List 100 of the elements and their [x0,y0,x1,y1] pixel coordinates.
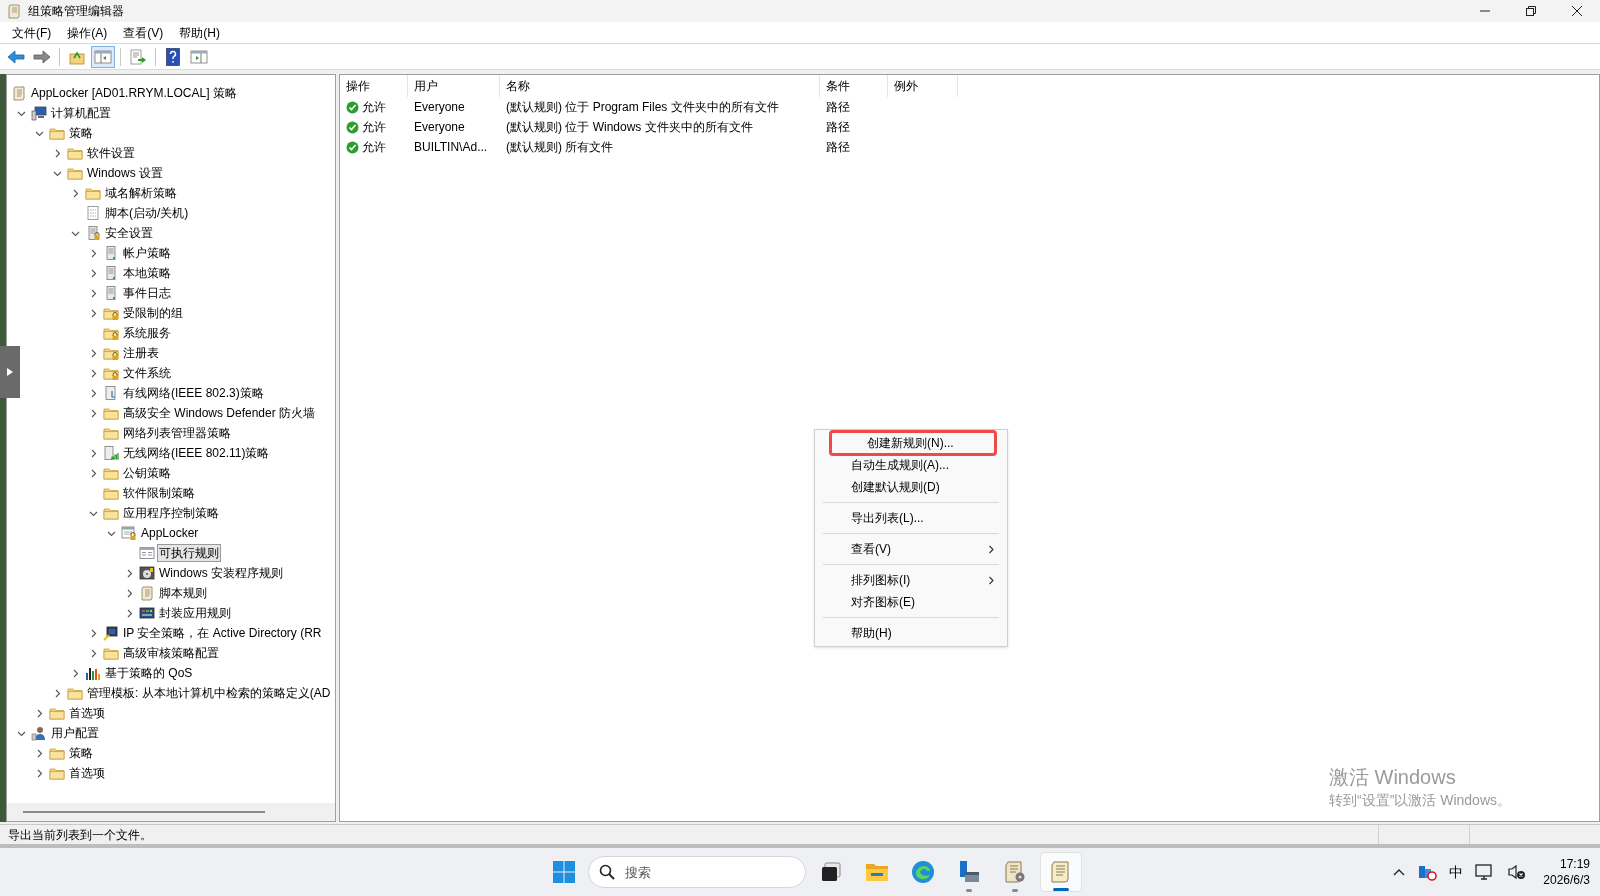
tree-item[interactable]: 首选项 [67,764,107,782]
tree-item[interactable]: 软件限制策略 [121,484,197,502]
search-field[interactable]: 搜索 [588,856,806,888]
windows-logo-icon [553,861,575,883]
submenu-chevron-icon [988,575,995,585]
tree-item[interactable]: AppLocker [AD01.RRYM.LOCAL] 策略 [29,84,239,102]
table-cell: (默认规则) 所有文件 [506,140,614,154]
tree-item[interactable]: 高级审核策略配置 [121,644,221,662]
search-icon [599,864,615,880]
menu-item[interactable]: 帮助(H) [171,22,228,43]
tree-item[interactable]: IP 安全策略，在 Active Directory (RR [121,624,324,642]
tree-item[interactable]: 软件设置 [85,144,137,162]
menu-item[interactable]: 导出列表(L)... [815,507,1007,529]
tree-item[interactable]: 应用程序控制策略 [121,504,221,522]
tree-item[interactable]: 网络列表管理器策略 [121,424,233,442]
activation-text: 转到“设置”以激活 Windows。 [1329,791,1511,810]
browser-icon [911,860,935,884]
table-cell: Everyone [414,100,465,114]
menu-item[interactable]: 帮助(H) [815,622,1007,644]
tree-item[interactable]: 封装应用规则 [157,604,233,622]
tree-item[interactable]: 系统服务 [121,324,173,342]
menu-item[interactable]: 对齐图标(E) [815,591,1007,613]
menu-item[interactable]: 自动生成规则(A)... [815,454,1007,476]
window-title: 组策略管理编辑器 [28,3,124,20]
tree-item[interactable]: 策略 [67,744,95,762]
status-text: 导出当前列表到一个文件。 [8,826,152,844]
tree-item[interactable]: 无线网络(IEEE 802.11)策略 [121,444,272,462]
input-method-indicator[interactable]: 中 [1449,861,1464,883]
locked-folder-icon [103,325,119,341]
folder-icon [67,685,83,701]
folder-icon [49,705,65,721]
tree-item[interactable]: 高级安全 Windows Defender 防火墙 [121,404,318,422]
chevron-up-icon[interactable] [1393,868,1406,876]
tree-item[interactable]: 管理模板: 从本地计算机中检索的策略定义(AD [85,684,333,702]
tree-item[interactable]: 受限制的组 [121,304,185,322]
menu-item[interactable]: 文件(F) [4,22,60,43]
server-icon [103,285,119,301]
tree-item[interactable]: 事件日志 [121,284,173,302]
table-cell: BUILTIN\Ad... [414,140,488,154]
tree-item[interactable]: Windows 安装程序规则 [157,564,285,582]
column-header[interactable]: 条件 [820,75,888,97]
folder-icon [103,465,119,481]
folder-icon [103,425,119,441]
table-cell: 路径 [826,120,850,134]
window-icon [139,545,155,561]
tree-item[interactable]: 计算机配置 [49,104,113,122]
tree-item[interactable]: 文件系统 [121,364,173,382]
muted-speaker-icon[interactable] [1507,863,1528,881]
column-header[interactable]: 操作 [340,75,408,97]
table-cell-text: 允许 [362,119,386,136]
check-circle-icon [346,140,359,154]
scroll-icon [6,3,22,19]
forward-arrow-icon [33,48,51,65]
tree-item[interactable]: 用户配置 [49,724,101,742]
side-panel-handle[interactable] [0,346,20,398]
menu-item[interactable]: 查看(V) [815,538,1007,560]
key-monitor-icon [103,625,119,641]
locked-folder-icon [103,305,119,321]
horizontal-scrollbar[interactable] [7,803,335,821]
clock[interactable]: 17:19 2026/6/3 [1543,856,1590,888]
menu-item[interactable]: 操作(A) [59,22,116,43]
network-error-icon[interactable] [1417,863,1438,881]
tree-item[interactable]: 首选项 [67,704,107,722]
scroll-icon [11,85,27,101]
folder-icon [49,745,65,761]
column-header[interactable]: 例外 [888,75,958,97]
column-header[interactable]: 用户 [408,75,500,97]
tree-item[interactable]: 基于策略的 QoS [103,664,195,682]
folder-icon [67,165,83,181]
tree-item[interactable]: 注册表 [121,344,161,362]
folder-icon [85,185,101,201]
tree-item[interactable]: 可执行规则 [157,544,221,562]
table-cell: 路径 [826,100,850,114]
menu-item[interactable]: 排列图标(I) [815,569,1007,591]
tree-item[interactable]: 公钥策略 [121,464,173,482]
menu-item[interactable]: 创建默认规则(D) [815,476,1007,498]
menu-item[interactable]: 创建新规则(N)... [831,432,995,454]
column-header[interactable]: 名称 [500,75,820,97]
bar-chart-icon [85,665,101,681]
folder-icon [103,405,119,421]
tree-item[interactable]: Windows 设置 [85,164,165,182]
action-pane-icon [190,48,208,65]
table-cell: Everyone [414,120,465,134]
tree-item[interactable]: 帐户策略 [121,244,173,262]
scrollbar-thumb[interactable] [23,811,265,813]
menu-item[interactable]: 查看(V) [115,22,172,43]
locked-folder-icon [103,345,119,361]
tree-item[interactable]: 脚本(启动/关机) [103,204,191,222]
wireless-icon [103,445,119,461]
tree-item[interactable]: 域名解析策略 [103,184,179,202]
server-icon [103,245,119,261]
submenu-chevron-icon [988,544,995,554]
locked-folder-icon [103,365,119,381]
tree-item[interactable]: 脚本规则 [157,584,209,602]
tree-item[interactable]: 有线网络(IEEE 802.3)策略 [121,384,266,402]
tree-item[interactable]: AppLocker [139,524,201,542]
tree-item[interactable]: 策略 [67,124,95,142]
tree-item[interactable]: 本地策略 [121,264,173,282]
computer-icon [31,105,47,121]
tree-item[interactable]: 安全设置 [103,224,155,242]
